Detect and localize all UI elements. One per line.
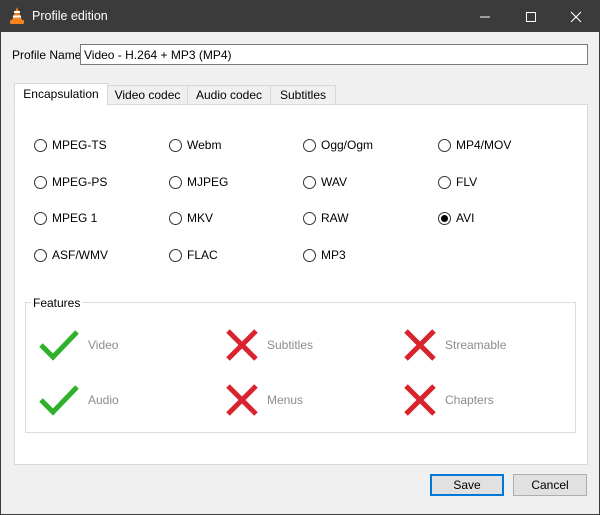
format-option-asf-wmv[interactable]: ASF/WMV (34, 247, 108, 263)
tab-video-codec[interactable]: Video codec (107, 85, 188, 105)
feature-label: Audio (88, 393, 119, 407)
feature-audio: Audio (37, 383, 119, 417)
format-option-ogg[interactable]: Ogg/Ogm (303, 137, 373, 153)
close-button[interactable] (553, 1, 599, 32)
check-icon (39, 385, 79, 416)
close-icon (570, 11, 582, 22)
radio-button[interactable] (169, 248, 182, 262)
profile-name-label: Profile Name (12, 48, 82, 62)
radio-button[interactable] (438, 175, 451, 189)
format-label: MPEG-TS (52, 138, 107, 152)
cross-icon (404, 329, 436, 361)
feature-menus: Menus (224, 383, 303, 417)
cross-icon (404, 384, 436, 416)
tab-encapsulation[interactable]: Encapsulation (14, 83, 108, 106)
format-label: MP4/MOV (456, 138, 512, 152)
cancel-button[interactable]: Cancel (513, 474, 587, 496)
radio-button[interactable] (34, 211, 47, 225)
format-option-mp4-mov[interactable]: MP4/MOV (438, 137, 511, 153)
feature-label: Video (88, 338, 119, 352)
feature-streamable: Streamable (402, 328, 506, 362)
radio-button[interactable] (303, 211, 316, 225)
format-option-raw[interactable]: RAW (303, 210, 349, 226)
radio-button[interactable] (169, 211, 182, 225)
cross-icon (226, 384, 258, 416)
minimize-icon (480, 16, 490, 17)
feature-label: Menus (267, 393, 304, 407)
format-option-mp3[interactable]: MP3 (303, 247, 346, 263)
window-title: Profile edition (32, 9, 108, 23)
format-option-mkv[interactable]: MKV (169, 210, 213, 226)
format-option-mpeg-ps[interactable]: MPEG-PS (34, 174, 107, 190)
format-label: ASF/WMV (52, 248, 108, 262)
format-option-avi[interactable]: AVI (438, 210, 474, 226)
feature-video: Video (37, 328, 118, 362)
format-label: AVI (456, 211, 475, 225)
feature-label: Subtitles (267, 338, 314, 352)
radio-button-selected[interactable] (438, 211, 451, 225)
tab-subtitles[interactable]: Subtitles (270, 85, 336, 105)
format-label: MPEG-PS (52, 175, 108, 189)
radio-button[interactable] (34, 175, 47, 189)
format-option-wav[interactable]: WAV (303, 174, 347, 190)
radio-button[interactable] (34, 248, 47, 262)
format-label: MPEG 1 (52, 211, 98, 225)
check-icon (39, 330, 79, 361)
format-option-mpeg1[interactable]: MPEG 1 (34, 210, 97, 226)
format-label: RAW (321, 211, 349, 225)
format-option-mpeg-ts[interactable]: MPEG-TS (34, 137, 107, 153)
format-label: MP3 (321, 248, 346, 262)
radio-button[interactable] (303, 175, 316, 189)
minimize-button[interactable] (462, 1, 508, 32)
maximize-button[interactable] (508, 1, 554, 32)
radio-button[interactable] (438, 138, 451, 152)
format-label: MKV (187, 211, 214, 225)
feature-subtitles: Subtitles (224, 328, 313, 362)
profile-name-input[interactable] (80, 44, 588, 65)
radio-button[interactable] (303, 248, 316, 262)
format-option-flv[interactable]: FLV (438, 174, 477, 190)
features-title: Features (31, 296, 83, 310)
profile-edition-window: Profile edition Profile Name Encapsulati… (0, 0, 600, 515)
format-option-mjpeg[interactable]: MJPEG (169, 174, 228, 190)
feature-label: Chapters (445, 393, 494, 407)
radio-button[interactable] (34, 138, 47, 152)
radio-button[interactable] (169, 138, 182, 152)
format-option-webm[interactable]: Webm (169, 137, 221, 153)
title-bar[interactable]: Profile edition (1, 1, 599, 32)
maximize-icon (526, 11, 536, 22)
feature-label: Streamable (445, 338, 507, 352)
radio-button[interactable] (303, 138, 316, 152)
tab-audio-codec[interactable]: Audio codec (187, 85, 271, 105)
format-label: WAV (321, 175, 347, 189)
format-label: FLV (456, 175, 478, 189)
format-label: Ogg/Ogm (321, 138, 374, 152)
format-label: FLAC (187, 248, 218, 262)
format-label: Webm (187, 138, 222, 152)
cross-icon (226, 329, 258, 361)
radio-button[interactable] (169, 175, 182, 189)
feature-chapters: Chapters (402, 383, 494, 417)
format-option-flac[interactable]: FLAC (169, 247, 218, 263)
vlc-cone-icon (10, 7, 24, 24)
format-label: MJPEG (187, 175, 229, 189)
save-button[interactable]: Save (430, 474, 504, 496)
